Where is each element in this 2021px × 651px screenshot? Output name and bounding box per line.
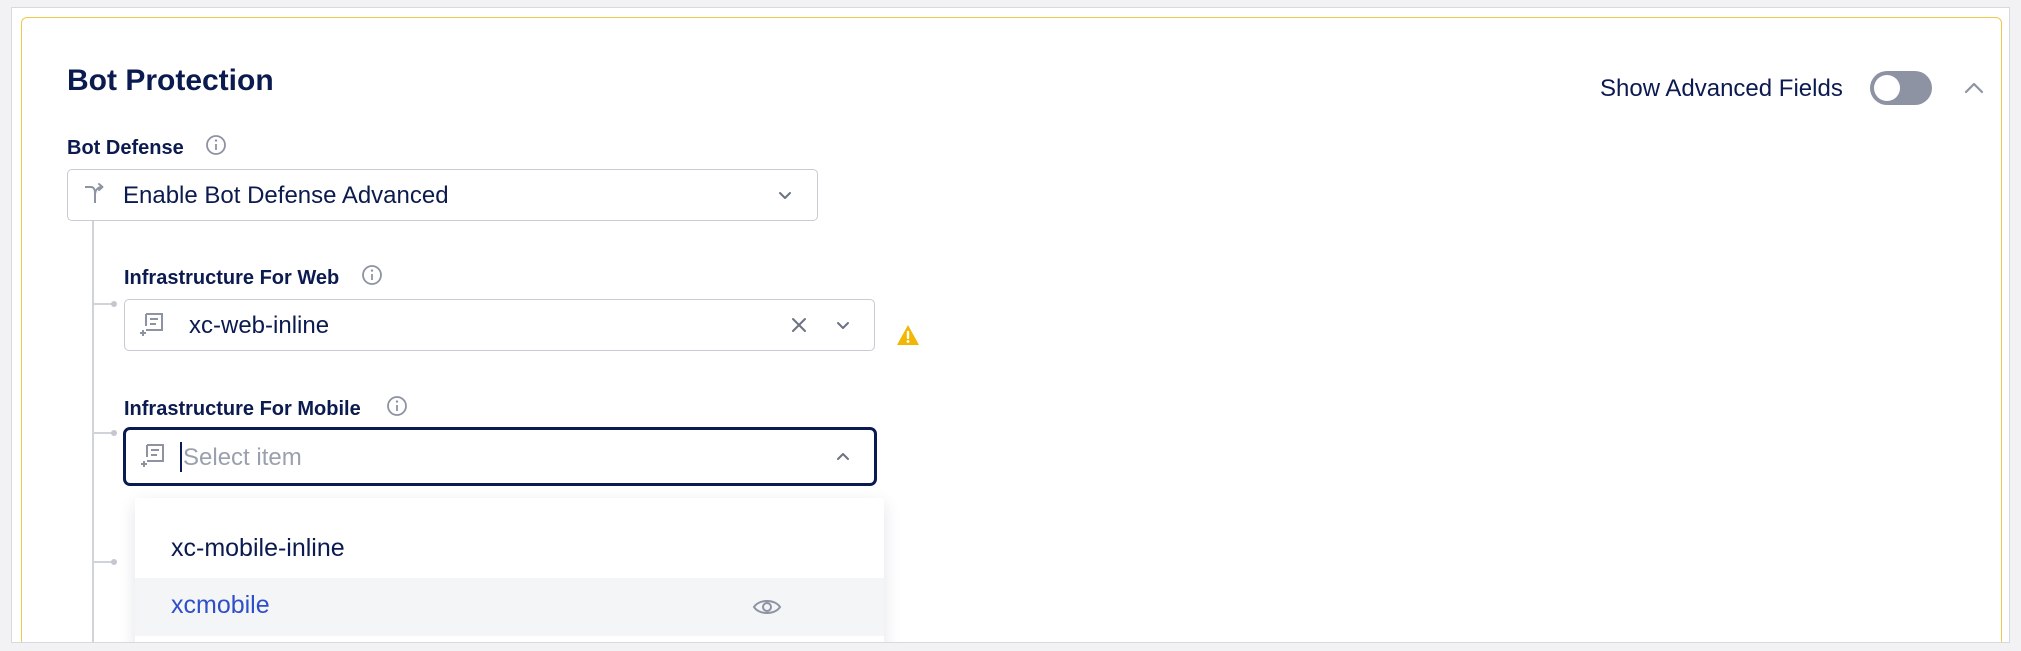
object-reference-icon (140, 313, 163, 336)
infra-mobile-search-input[interactable]: Select item (183, 444, 302, 472)
bot-defense-label: Bot Defense (67, 137, 184, 159)
info-icon[interactable] (386, 395, 408, 417)
infra-web-value: xc-web-inline (189, 312, 330, 339)
info-icon[interactable] (205, 134, 227, 156)
tree-node (111, 559, 117, 565)
dropdown-option-highlighted[interactable]: xcmobile (135, 578, 884, 636)
chevron-down-icon (779, 192, 791, 199)
warning-icon (897, 325, 919, 345)
dropdown-option-label: xcmobile (171, 591, 270, 619)
text-cursor (180, 442, 182, 472)
infra-mobile-label: Infrastructure For Mobile (124, 398, 361, 420)
tree-node (111, 430, 117, 436)
infra-web-label: Infrastructure For Web (124, 267, 340, 289)
section-title: Bot Protection (67, 64, 274, 97)
chevron-down-icon[interactable] (833, 315, 853, 335)
branch-icon (85, 183, 104, 203)
info-icon[interactable] (361, 264, 383, 286)
show-advanced-fields-toggle[interactable] (1870, 71, 1932, 105)
chevron-up-icon[interactable] (1962, 76, 1986, 100)
toggle-knob (1874, 75, 1900, 101)
dropdown-option[interactable]: xc-mobile-inline (135, 520, 884, 578)
infra-mobile-select[interactable]: Select item (123, 427, 877, 486)
infra-web-select[interactable]: xc-web-inline (124, 299, 875, 351)
bot-protection-card: Bot Protection Show Advanced Fields Bot … (21, 17, 2002, 642)
bot-defense-select[interactable]: Enable Bot Defense Advanced (67, 169, 818, 221)
show-advanced-fields-label: Show Advanced Fields (1600, 75, 1843, 102)
tree-node (111, 301, 117, 307)
clear-icon[interactable] (789, 315, 809, 335)
bot-defense-value: Enable Bot Defense Advanced (123, 182, 449, 209)
chevron-up-icon[interactable] (833, 447, 853, 467)
page-container: Bot Protection Show Advanced Fields Bot … (11, 7, 2010, 643)
dropdown-option-label: xc-mobile-inline (171, 534, 345, 562)
object-reference-icon (141, 444, 164, 467)
eye-icon[interactable] (752, 597, 782, 617)
infra-mobile-dropdown-menu: xc-mobile-inline xcmobile (135, 498, 884, 642)
